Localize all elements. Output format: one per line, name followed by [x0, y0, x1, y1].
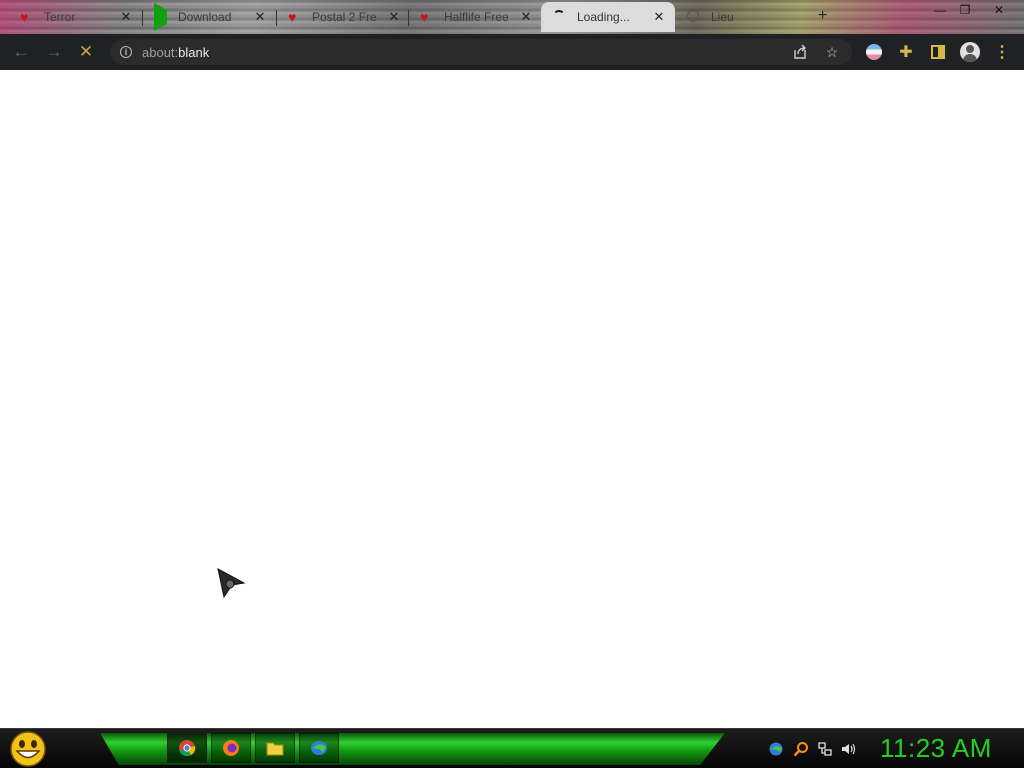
browser-toolbar: ← → ✕ i about: blank ☆ ✚ ⋮ — [0, 34, 1024, 70]
smiley-start-icon[interactable] — [8, 730, 48, 768]
tab-title: Lieu — [711, 10, 734, 24]
volume-icon[interactable] — [840, 740, 858, 758]
tab-close-icon[interactable]: ✕ — [254, 9, 266, 25]
tab-close-icon[interactable]: ✕ — [653, 9, 665, 25]
play-favicon-icon — [154, 3, 168, 31]
loading-spinner-icon — [553, 10, 567, 24]
profile-avatar-icon[interactable] — [960, 42, 980, 62]
blank-page — [0, 70, 1024, 728]
tab-loading[interactable]: Loading... ✕ — [541, 2, 675, 32]
restore-icon[interactable]: ❐ — [950, 0, 980, 20]
info-icon[interactable]: i — [120, 46, 132, 58]
tab-close-icon[interactable]: ✕ — [520, 9, 532, 25]
tab-postal2[interactable]: ♥ Postal 2 Fre ✕ — [276, 2, 410, 32]
tab-close-icon[interactable]: ✕ — [120, 9, 132, 25]
side-panel-icon[interactable] — [928, 42, 948, 62]
bookmark-star-icon[interactable]: ☆ — [822, 42, 842, 62]
taskbar-chrome-button[interactable] — [167, 733, 207, 763]
globe-app-icon — [311, 741, 327, 755]
heart-favicon-icon: ♥ — [288, 9, 297, 25]
folder-icon — [266, 742, 284, 756]
tab-terror[interactable]: ♥ Terror ✕ — [8, 2, 142, 32]
tab-title: Download — [178, 10, 232, 24]
taskbar-clock[interactable]: 11:23 AM — [880, 733, 992, 764]
tab-strip: ♥ Terror ✕ Download ✕ ♥ Postal 2 Fre ✕ ♥… — [0, 0, 1024, 34]
tab-title: Halflife Free — [444, 10, 509, 24]
tab-title: Loading... — [577, 10, 630, 24]
flag-extension-icon[interactable] — [864, 42, 884, 62]
tab-title: Terror — [44, 10, 76, 24]
taskbar — [0, 728, 1024, 768]
taskbar-folder-button[interactable] — [255, 733, 295, 763]
globe-favicon-icon — [687, 10, 701, 24]
firefox-icon — [223, 740, 239, 756]
window-close-icon[interactable]: ✕ — [984, 0, 1014, 20]
share-icon[interactable] — [790, 42, 810, 62]
network-icon[interactable] — [816, 740, 834, 758]
forward-icon[interactable]: → — [42, 40, 66, 64]
search-icon[interactable] — [792, 740, 810, 758]
address-bar[interactable]: i about: blank ☆ — [110, 39, 852, 65]
heart-favicon-icon: ♥ — [420, 9, 429, 25]
new-tab-button[interactable]: + — [818, 7, 827, 25]
tab-download[interactable]: Download ✕ — [142, 2, 276, 32]
taskbar-firefox-button[interactable] — [211, 733, 251, 763]
tab-halflife[interactable]: ♥ Halflife Free ✕ — [408, 2, 542, 32]
heart-favicon-icon: ♥ — [20, 9, 29, 25]
puzzle-extension-icon[interactable]: ✚ — [896, 42, 916, 62]
back-icon[interactable]: ← — [9, 40, 33, 64]
url-scheme: about: — [142, 44, 179, 60]
stop-icon[interactable]: ✕ — [74, 40, 98, 64]
menu-icon[interactable]: ⋮ — [992, 42, 1012, 62]
tab-lieu[interactable]: Lieu — [675, 2, 809, 32]
url-host: blank — [178, 44, 210, 60]
taskbar-globe-app-button[interactable] — [299, 733, 339, 763]
chrome-icon — [179, 740, 196, 757]
mouse-cursor-icon — [217, 568, 246, 599]
tab-close-icon[interactable]: ✕ — [388, 9, 400, 25]
network-globe-icon[interactable] — [767, 740, 785, 758]
tab-title: Postal 2 Fre — [312, 10, 377, 24]
